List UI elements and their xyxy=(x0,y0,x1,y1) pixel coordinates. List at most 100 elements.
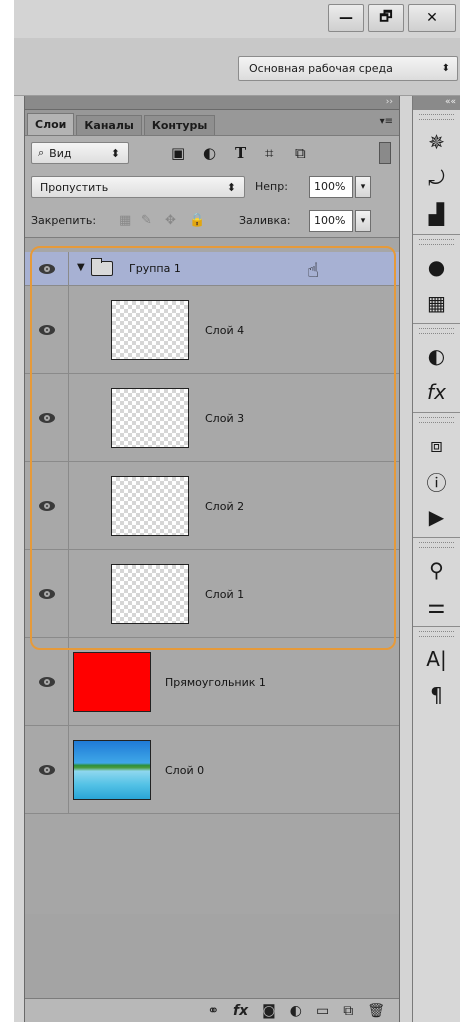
eye-icon xyxy=(38,500,55,511)
character-icon[interactable]: A| xyxy=(413,641,460,677)
link-layers-icon[interactable]: ⚭ xyxy=(207,1003,219,1019)
dock-collapse-bar[interactable]: «« xyxy=(413,96,460,110)
layer-row[interactable]: Слой 4 xyxy=(25,286,399,374)
eye-icon xyxy=(38,588,55,599)
folder-icon xyxy=(91,258,113,276)
styles-icon[interactable]: fx xyxy=(413,374,460,410)
visibility-toggle[interactable] xyxy=(25,374,69,461)
smart-object-filter-icon[interactable]: ⧉ xyxy=(295,144,306,162)
visibility-toggle[interactable] xyxy=(25,286,69,373)
new-layer-icon[interactable]: ⧉ xyxy=(343,1003,353,1019)
actions-play-icon[interactable]: ▶ xyxy=(413,499,460,535)
info-icon[interactable]: ⓘ xyxy=(413,463,460,499)
layer-name: Слой 3 xyxy=(205,412,245,425)
layer-row[interactable]: Слой 1 xyxy=(25,550,399,638)
lock-transparent-icon[interactable]: ▦ xyxy=(119,213,131,228)
dock-grip[interactable] xyxy=(419,239,454,245)
new-group-icon[interactable]: ▭ xyxy=(316,1003,329,1019)
search-icon: ⌕ xyxy=(38,146,45,159)
blend-mode-label: Пропустить xyxy=(40,180,109,194)
dock-grip[interactable] xyxy=(419,114,454,120)
histogram-icon[interactable]: ▟ xyxy=(413,196,460,232)
layer-name: Группа 1 xyxy=(129,262,181,275)
panel-menu-icon[interactable]: ▾≡ xyxy=(380,116,393,127)
filter-row: ⌕ Вид ⬍ ▣ ◐ T ⌗ ⧉ xyxy=(25,136,399,170)
swatches-icon[interactable]: ▦ xyxy=(413,285,460,321)
3d-icon[interactable]: ⧈ xyxy=(413,427,460,463)
history-icon[interactable]: ⤾ xyxy=(413,160,460,196)
visibility-toggle[interactable] xyxy=(25,638,69,725)
layers-list: ▼ Группа 1 ☝ Слой 4 Слой 3 Слой 2 Слой 1 xyxy=(25,252,399,814)
visibility-toggle[interactable] xyxy=(25,252,69,285)
type-filter-icon[interactable]: T xyxy=(235,144,246,162)
layer-name: Слой 4 xyxy=(205,324,245,337)
layers-empty-area xyxy=(25,914,399,998)
visibility-toggle[interactable] xyxy=(25,726,69,813)
dock-grip[interactable] xyxy=(419,631,454,637)
layer-row[interactable]: Слой 0 xyxy=(25,726,399,814)
brush-settings-icon[interactable]: ⚌ xyxy=(413,588,460,624)
trash-icon[interactable]: 🗑 xyxy=(367,1003,385,1019)
lock-label: Закрепить: xyxy=(31,214,97,227)
opacity-label: Непр: xyxy=(255,180,288,193)
layer-thumbnail xyxy=(73,652,151,712)
visibility-toggle[interactable] xyxy=(25,550,69,637)
dock-grip[interactable] xyxy=(419,542,454,548)
hand-cursor-icon: ☝ xyxy=(307,258,320,282)
compass-icon[interactable]: ✵ xyxy=(413,124,460,160)
opacity-input[interactable]: 100% xyxy=(309,176,353,198)
layer-name: Слой 1 xyxy=(205,588,245,601)
blend-row: Пропустить ⬍ Непр: 100% ▾ xyxy=(25,170,399,204)
tab-paths[interactable]: Контуры xyxy=(143,115,216,135)
kind-filter-select[interactable]: ⌕ Вид ⬍ xyxy=(31,142,129,164)
color-palette-icon[interactable]: ● xyxy=(413,249,460,285)
paragraph-icon[interactable]: ¶ xyxy=(413,677,460,713)
tab-layers[interactable]: Слои xyxy=(27,113,75,135)
close-button[interactable]: ✕ xyxy=(408,4,456,32)
fill-label: Заливка: xyxy=(239,214,291,227)
shape-filter-icon[interactable]: ⌗ xyxy=(265,144,273,162)
layer-thumbnail xyxy=(111,476,189,536)
tab-channels[interactable]: Каналы xyxy=(76,115,142,135)
adjustment-filter-icon[interactable]: ◐ xyxy=(203,144,216,162)
blend-mode-select[interactable]: Пропустить ⬍ xyxy=(31,176,245,198)
window-controls: — 🗗 ✕ xyxy=(324,4,456,32)
dock-grip[interactable] xyxy=(419,328,454,334)
layer-row[interactable]: Слой 3 xyxy=(25,374,399,462)
add-mask-icon[interactable]: ◙ xyxy=(262,1003,276,1019)
filter-toggle-switch[interactable] xyxy=(379,142,391,164)
fill-input[interactable]: 100% xyxy=(309,210,353,232)
brush-presets-icon[interactable]: ⚲ xyxy=(413,552,460,588)
layer-group-row[interactable]: ▼ Группа 1 ☝ xyxy=(25,252,399,286)
layers-footer: ⚭ fx ◙ ◐ ▭ ⧉ 🗑 xyxy=(25,998,399,1022)
layer-name: Прямоугольник 1 xyxy=(165,676,266,689)
layer-row[interactable]: Прямоугольник 1 xyxy=(25,638,399,726)
opacity-dropdown-button[interactable]: ▾ xyxy=(355,176,371,198)
layer-thumbnail xyxy=(111,300,189,360)
right-dock: «« ✵ ⤾ ▟ ● ▦ ◐ fx ⧈ ⓘ ▶ ⚲ ⚌ A| ¶ xyxy=(412,96,460,1022)
updown-arrow-icon: ⬍ xyxy=(110,146,120,160)
workspace-label: Основная рабочая среда xyxy=(249,62,393,75)
visibility-toggle[interactable] xyxy=(25,462,69,549)
lock-position-icon[interactable]: ✥ xyxy=(165,213,176,228)
adjustments-icon[interactable]: ◐ xyxy=(413,338,460,374)
options-bar: Основная рабочая среда ⬍ xyxy=(14,38,460,96)
layer-row[interactable]: Слой 2 xyxy=(25,462,399,550)
eye-icon xyxy=(38,764,55,775)
lock-image-icon[interactable]: ✎ xyxy=(141,213,152,228)
lock-all-icon[interactable]: 🔒 xyxy=(189,213,205,228)
dock-grip[interactable] xyxy=(419,417,454,423)
updown-arrow-icon: ⬍ xyxy=(226,180,236,194)
expand-triangle-icon[interactable]: ▼ xyxy=(77,262,85,273)
panel-collapse-bar[interactable]: ›› xyxy=(25,96,399,110)
minimize-button[interactable]: — xyxy=(328,4,364,32)
restore-button[interactable]: 🗗 xyxy=(368,4,404,32)
pixel-filter-icon[interactable]: ▣ xyxy=(171,144,185,162)
eye-icon xyxy=(38,263,55,274)
workspace-select[interactable]: Основная рабочая среда ⬍ xyxy=(238,56,458,81)
kind-filter-label: Вид xyxy=(49,146,72,160)
adjustment-layer-icon[interactable]: ◐ xyxy=(290,1003,302,1019)
layer-style-icon[interactable]: fx xyxy=(233,1003,248,1019)
fill-dropdown-button[interactable]: ▾ xyxy=(355,210,371,232)
layer-name: Слой 2 xyxy=(205,500,245,513)
